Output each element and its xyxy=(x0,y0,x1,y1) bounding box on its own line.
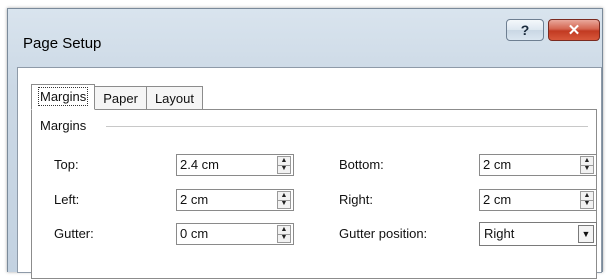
gutter-spinner[interactable]: 0 cm ▲ ▼ xyxy=(176,223,294,245)
bottom-margin-spin-buttons[interactable]: ▲ ▼ xyxy=(580,156,594,174)
right-margin-value[interactable]: 2 cm xyxy=(483,192,511,207)
gutter-spin-buttons[interactable]: ▲ ▼ xyxy=(277,225,291,243)
gutter-value[interactable]: 0 cm xyxy=(180,226,208,241)
close-icon: ✕ xyxy=(567,22,581,39)
left-margin-label: Left: xyxy=(54,192,80,207)
tab-strip: Margins Paper Layout xyxy=(31,84,203,110)
gutter-position-value[interactable]: Right xyxy=(484,226,514,241)
dialog-title: Page Setup xyxy=(23,35,102,52)
top-margin-value[interactable]: 2.4 cm xyxy=(180,157,219,172)
help-icon: ? xyxy=(520,22,530,38)
right-margin-label: Right: xyxy=(339,192,373,207)
gutter-position-label: Gutter position: xyxy=(339,226,428,241)
left-margin-spinner[interactable]: 2 cm ▲ ▼ xyxy=(176,189,294,211)
gutter-position-select[interactable]: Right ▼ xyxy=(479,222,597,246)
tab-layout[interactable]: Layout xyxy=(145,86,203,110)
margins-group-label: Margins xyxy=(40,118,93,133)
help-button[interactable]: ? xyxy=(506,19,544,41)
left-margin-value[interactable]: 2 cm xyxy=(180,192,208,207)
top-margin-spin-buttons[interactable]: ▲ ▼ xyxy=(277,156,291,174)
page-setup-dialog: Page Setup ? ✕ Margins Paper Layout Marg… xyxy=(7,8,603,279)
gutter-label: Gutter: xyxy=(54,226,94,241)
bottom-margin-label: Bottom: xyxy=(339,157,384,172)
top-margin-label: Top: xyxy=(54,157,79,172)
margins-tab-panel: Margins Top: 2.4 cm ▲ ▼ Left: 2 cm ▲ ▼ G… xyxy=(31,109,597,279)
spin-down-icon[interactable]: ▼ xyxy=(278,200,290,208)
right-margin-spinner[interactable]: 2 cm ▲ ▼ xyxy=(479,189,597,211)
spin-down-icon[interactable]: ▼ xyxy=(581,200,593,208)
close-button[interactable]: ✕ xyxy=(548,19,600,41)
tab-margins[interactable]: Margins xyxy=(31,84,96,110)
spin-down-icon[interactable]: ▼ xyxy=(278,165,290,173)
spin-down-icon[interactable]: ▼ xyxy=(581,165,593,173)
spin-down-icon[interactable]: ▼ xyxy=(278,234,290,242)
left-margin-spin-buttons[interactable]: ▲ ▼ xyxy=(277,191,291,209)
tab-paper[interactable]: Paper xyxy=(94,86,147,110)
group-divider xyxy=(106,126,588,127)
bottom-margin-spinner[interactable]: 2 cm ▲ ▼ xyxy=(479,154,597,176)
dialog-client-area: Margins Paper Layout Margins Top: 2.4 cm… xyxy=(17,67,602,279)
right-margin-spin-buttons[interactable]: ▲ ▼ xyxy=(580,191,594,209)
chevron-down-icon[interactable]: ▼ xyxy=(578,225,594,243)
bottom-margin-value[interactable]: 2 cm xyxy=(483,157,511,172)
top-margin-spinner[interactable]: 2.4 cm ▲ ▼ xyxy=(176,154,294,176)
